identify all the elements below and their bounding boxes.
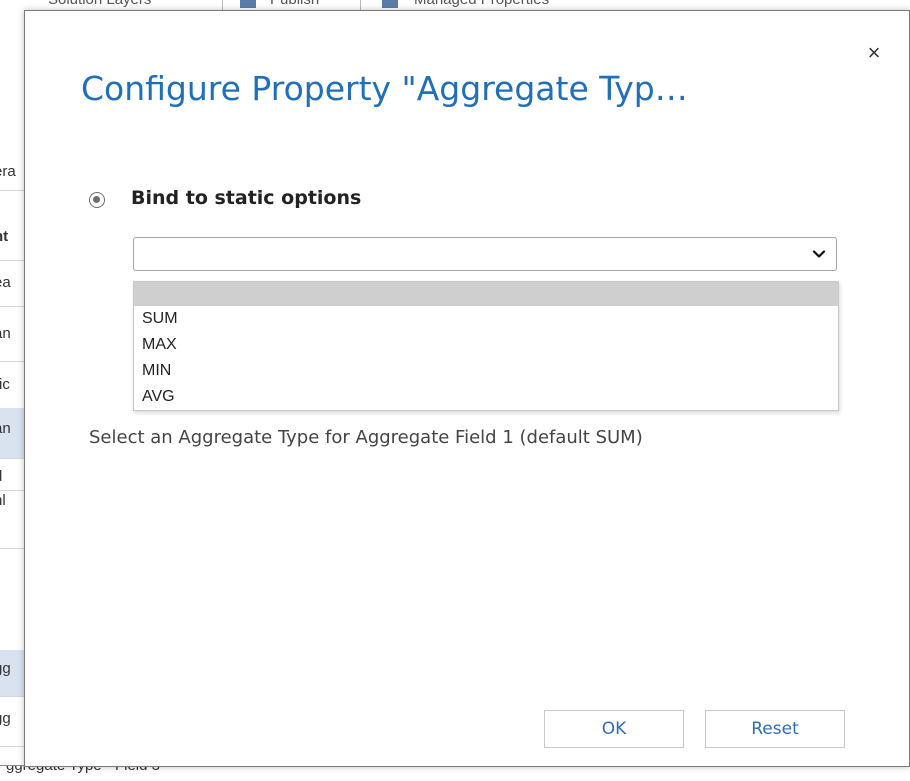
left-row: nl	[0, 492, 24, 549]
option-sum[interactable]: SUM	[134, 306, 838, 332]
close-button[interactable]: ×	[862, 41, 886, 65]
left-row: an	[0, 315, 24, 362]
left-row: gg	[0, 650, 24, 697]
chevron-down-icon	[812, 250, 826, 258]
dialog-title: Configure Property "Aggregate Typ…	[81, 69, 688, 108]
background-bottom-row: ggregate Type - Field 3	[0, 765, 910, 781]
toolbar-divider	[360, 0, 361, 10]
toolbar-item-solution-layers[interactable]: Solution Layers	[48, 0, 151, 8]
left-row: gg	[0, 700, 24, 747]
bind-static-radio[interactable]	[89, 192, 105, 208]
toolbar-divider	[222, 0, 223, 10]
option-empty[interactable]	[134, 282, 838, 306]
option-avg[interactable]: AVG	[134, 384, 838, 410]
toolbar-item-managed-properties[interactable]: Managed Properties	[414, 0, 549, 8]
managed-properties-icon	[382, 0, 398, 8]
toolbar-item-publish[interactable]: Publish	[270, 0, 319, 8]
background-left-panel: era nt ea an ric an d nl gg gg	[0, 10, 25, 780]
aggregate-type-options: SUM MAX MIN AVG	[133, 281, 839, 411]
left-row: era	[0, 160, 24, 191]
option-max[interactable]: MAX	[134, 332, 838, 358]
bind-static-label: Bind to static options	[131, 187, 362, 209]
left-row: ric	[0, 370, 24, 409]
aggregate-type-select[interactable]	[133, 237, 837, 271]
configure-property-dialog: × Configure Property "Aggregate Typ… Bin…	[24, 10, 910, 767]
publish-icon	[240, 0, 256, 8]
left-row: an	[0, 408, 24, 459]
left-row: d	[0, 468, 24, 491]
property-description: Select an Aggregate Type for Aggregate F…	[89, 427, 643, 448]
option-min[interactable]: MIN	[134, 358, 838, 384]
ok-button[interactable]: OK	[544, 710, 684, 748]
reset-button[interactable]: Reset	[705, 710, 845, 748]
left-row: ea	[0, 268, 24, 307]
left-row: nt	[0, 222, 24, 261]
